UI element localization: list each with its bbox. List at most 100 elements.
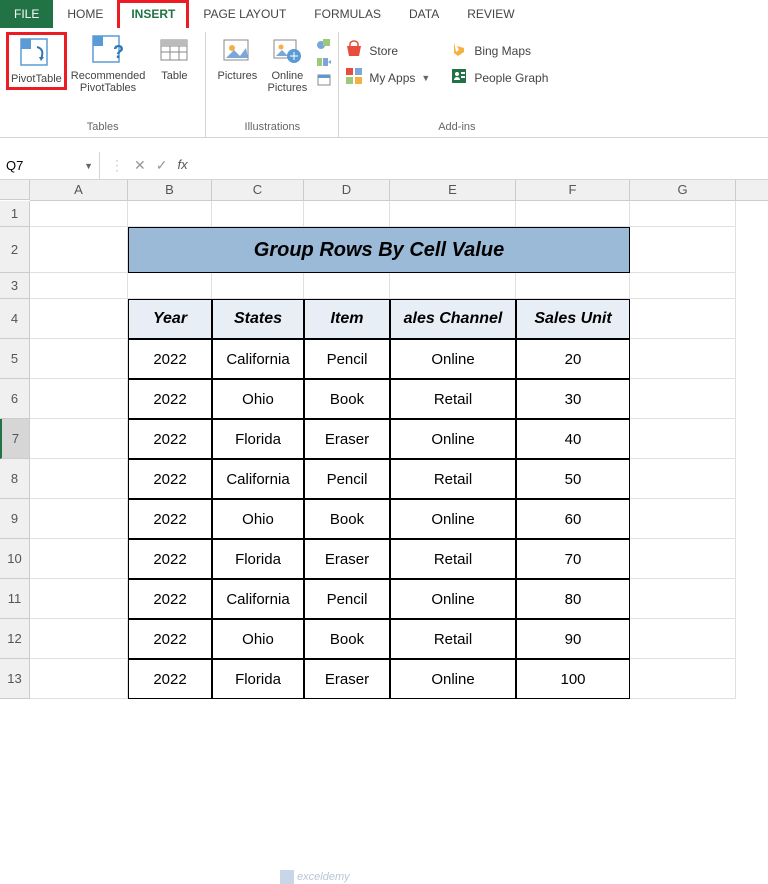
cell[interactable] xyxy=(30,299,128,339)
cancel-icon[interactable]: ✕ xyxy=(134,157,146,174)
cell-channel[interactable]: Online xyxy=(390,659,516,699)
row-header[interactable]: 1 xyxy=(0,201,30,227)
cell-item[interactable]: Pencil xyxy=(304,459,390,499)
cell-item[interactable]: Book xyxy=(304,379,390,419)
row-header[interactable]: 4 xyxy=(0,299,30,339)
screenshot-button[interactable] xyxy=(316,72,332,88)
enter-icon[interactable]: ✓ xyxy=(156,157,168,174)
cell[interactable] xyxy=(630,273,736,299)
cell-item[interactable]: Book xyxy=(304,619,390,659)
cell[interactable] xyxy=(30,579,128,619)
cell-unit[interactable]: 90 xyxy=(516,619,630,659)
cell-year[interactable]: 2022 xyxy=(128,619,212,659)
cell[interactable] xyxy=(30,539,128,579)
row-header[interactable]: 5 xyxy=(0,339,30,379)
cell[interactable] xyxy=(630,539,736,579)
cell-unit[interactable]: 60 xyxy=(516,499,630,539)
col-header-e[interactable]: E xyxy=(390,180,516,200)
cell-channel[interactable]: Retail xyxy=(390,379,516,419)
shapes-button[interactable] xyxy=(316,36,332,52)
cell[interactable] xyxy=(304,201,390,227)
pivottable-button[interactable]: PivotTable xyxy=(6,32,67,90)
cell[interactable] xyxy=(630,579,736,619)
cell-unit[interactable]: 20 xyxy=(516,339,630,379)
cell[interactable] xyxy=(630,379,736,419)
cell[interactable] xyxy=(30,379,128,419)
cell-state[interactable]: California xyxy=(212,459,304,499)
row-header[interactable]: 13 xyxy=(0,659,30,699)
row-header[interactable]: 12 xyxy=(0,619,30,659)
cell-item[interactable]: Eraser xyxy=(304,419,390,459)
cell[interactable] xyxy=(30,619,128,659)
cell-item[interactable]: Pencil xyxy=(304,579,390,619)
name-box[interactable]: Q7 ▼ xyxy=(0,152,100,179)
cell[interactable] xyxy=(516,273,630,299)
cell[interactable] xyxy=(516,201,630,227)
cell[interactable] xyxy=(212,273,304,299)
cell-channel[interactable]: Retail xyxy=(390,619,516,659)
myapps-button[interactable]: My Apps ▼ xyxy=(345,67,430,88)
name-box-dropdown-icon[interactable]: ▼ xyxy=(84,161,93,171)
cell[interactable] xyxy=(212,201,304,227)
peoplegraph-button[interactable]: People Graph xyxy=(450,67,548,88)
cell[interactable] xyxy=(630,299,736,339)
table-button[interactable]: Table xyxy=(149,32,199,84)
cell-unit[interactable]: 50 xyxy=(516,459,630,499)
cell-state[interactable]: Ohio xyxy=(212,619,304,659)
cell-year[interactable]: 2022 xyxy=(128,419,212,459)
cell[interactable] xyxy=(30,659,128,699)
cell-item[interactable]: Pencil xyxy=(304,339,390,379)
cell[interactable] xyxy=(630,339,736,379)
cell-state[interactable]: California xyxy=(212,579,304,619)
cell-year[interactable]: 2022 xyxy=(128,659,212,699)
row-header[interactable]: 2 xyxy=(0,227,30,273)
row-header[interactable]: 6 xyxy=(0,379,30,419)
cell[interactable] xyxy=(390,273,516,299)
cell-state[interactable]: California xyxy=(212,339,304,379)
row-header[interactable]: 9 xyxy=(0,499,30,539)
cell-item[interactable]: Eraser xyxy=(304,539,390,579)
select-all-triangle[interactable] xyxy=(0,180,30,200)
cell-year[interactable]: 2022 xyxy=(128,339,212,379)
cell-year[interactable]: 2022 xyxy=(128,459,212,499)
cell[interactable] xyxy=(630,201,736,227)
cell-state[interactable]: Florida xyxy=(212,659,304,699)
cell[interactable] xyxy=(630,459,736,499)
cell-state[interactable]: Florida xyxy=(212,419,304,459)
cell[interactable] xyxy=(630,619,736,659)
header-channel[interactable]: ales Channel xyxy=(390,299,516,339)
cell[interactable] xyxy=(630,227,736,273)
cell-unit[interactable]: 80 xyxy=(516,579,630,619)
cell[interactable] xyxy=(30,419,128,459)
tab-file[interactable]: FILE xyxy=(0,0,53,28)
tab-review[interactable]: REVIEW xyxy=(453,0,528,28)
header-year[interactable]: Year xyxy=(128,299,212,339)
row-header[interactable]: 10 xyxy=(0,539,30,579)
cell-channel[interactable]: Online xyxy=(390,339,516,379)
cell[interactable] xyxy=(128,273,212,299)
cell-item[interactable]: Book xyxy=(304,499,390,539)
cell[interactable] xyxy=(304,273,390,299)
tab-data[interactable]: DATA xyxy=(395,0,453,28)
store-button[interactable]: Store xyxy=(345,40,430,61)
cell[interactable] xyxy=(630,419,736,459)
col-header-b[interactable]: B xyxy=(128,180,212,200)
tab-insert[interactable]: INSERT xyxy=(117,0,189,28)
bingmaps-button[interactable]: Bing Maps xyxy=(450,40,548,61)
row-header[interactable]: 7 xyxy=(0,419,30,459)
cell[interactable] xyxy=(630,659,736,699)
recommended-pivottables-button[interactable]: ? Recommended PivotTables xyxy=(67,32,150,96)
cell-state[interactable]: Florida xyxy=(212,539,304,579)
pictures-button[interactable]: Pictures xyxy=(212,32,262,84)
cell-year[interactable]: 2022 xyxy=(128,499,212,539)
cell[interactable] xyxy=(30,227,128,273)
header-item[interactable]: Item xyxy=(304,299,390,339)
cell-channel[interactable]: Online xyxy=(390,419,516,459)
cell-state[interactable]: Ohio xyxy=(212,499,304,539)
cell-channel[interactable]: Retail xyxy=(390,539,516,579)
tab-formulas[interactable]: FORMULAS xyxy=(300,0,395,28)
cell[interactable] xyxy=(30,201,128,227)
cell-unit[interactable]: 30 xyxy=(516,379,630,419)
header-unit[interactable]: Sales Unit xyxy=(516,299,630,339)
cell-state[interactable]: Ohio xyxy=(212,379,304,419)
